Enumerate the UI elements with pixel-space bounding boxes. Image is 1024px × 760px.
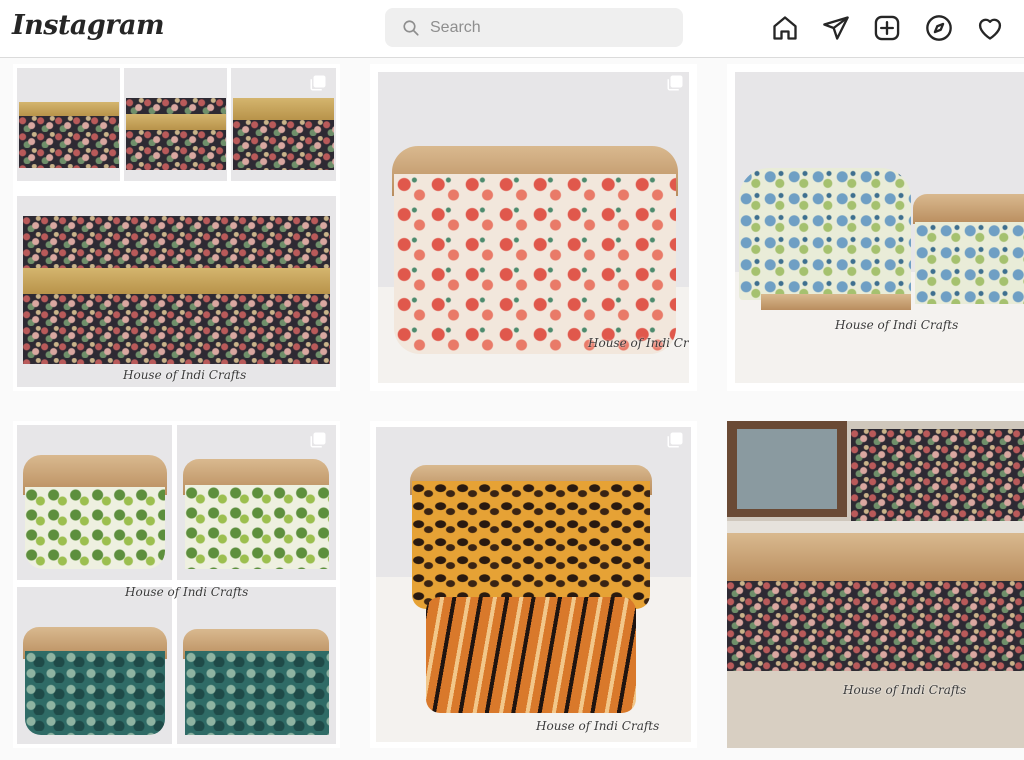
home-icon[interactable] <box>771 14 799 42</box>
search-input[interactable] <box>430 16 670 40</box>
search-icon <box>403 20 419 36</box>
photo-box-large: House of Indi Crafts <box>17 196 336 387</box>
multiple-photos-icon <box>310 432 326 448</box>
explore-icon[interactable] <box>925 14 953 42</box>
photo-strawberry-tray: House of Indi Crafts <box>727 421 1024 748</box>
post-thumbnail[interactable]: House of Indi Crafts <box>727 421 1024 748</box>
instagram-logo[interactable]: Instagram <box>12 10 165 41</box>
watermark-text: House of Indi Crafts <box>835 318 959 332</box>
multiple-photos-icon <box>667 75 683 91</box>
post-thumbnail[interactable]: House of Indi Crafts <box>13 64 340 391</box>
photo-box-front <box>17 68 120 181</box>
photo-teal-box-angle <box>177 587 336 744</box>
post-thumbnail[interactable]: House of Indi Crafts <box>370 64 697 391</box>
multiple-photos-icon <box>667 432 683 448</box>
new-post-icon[interactable] <box>873 14 901 42</box>
photo-box-clasp <box>124 68 227 181</box>
direct-message-icon[interactable] <box>822 14 850 42</box>
photo-teal-box-front <box>17 587 172 744</box>
post-thumbnail[interactable]: House of Indi Crafts <box>370 421 697 748</box>
top-navigation-bar: Instagram <box>0 0 1024 58</box>
search-box[interactable] <box>385 8 683 47</box>
photo-blue-organiser: House of Indi Crafts <box>735 72 1024 383</box>
post-thumbnail[interactable]: House of Indi Crafts <box>727 64 1024 391</box>
watermark-text: House of Indi Crafts <box>588 336 689 350</box>
post-thumbnail[interactable]: House of Indi Crafts <box>13 421 340 748</box>
watermark-text: House of Indi Crafts <box>123 368 247 382</box>
activity-heart-icon[interactable] <box>976 14 1004 42</box>
multiple-photos-icon <box>310 75 326 91</box>
photo-animal-print-boxes: House of Indi Crafts <box>376 427 691 742</box>
watermark-text: House of Indi Crafts <box>536 719 660 733</box>
watermark-text: House of Indi Crafts <box>125 585 249 599</box>
photo-green-box-front <box>17 425 172 580</box>
photo-coral-box: House of Indi Crafts <box>378 72 689 383</box>
watermark-text: House of Indi Crafts <box>843 683 967 697</box>
